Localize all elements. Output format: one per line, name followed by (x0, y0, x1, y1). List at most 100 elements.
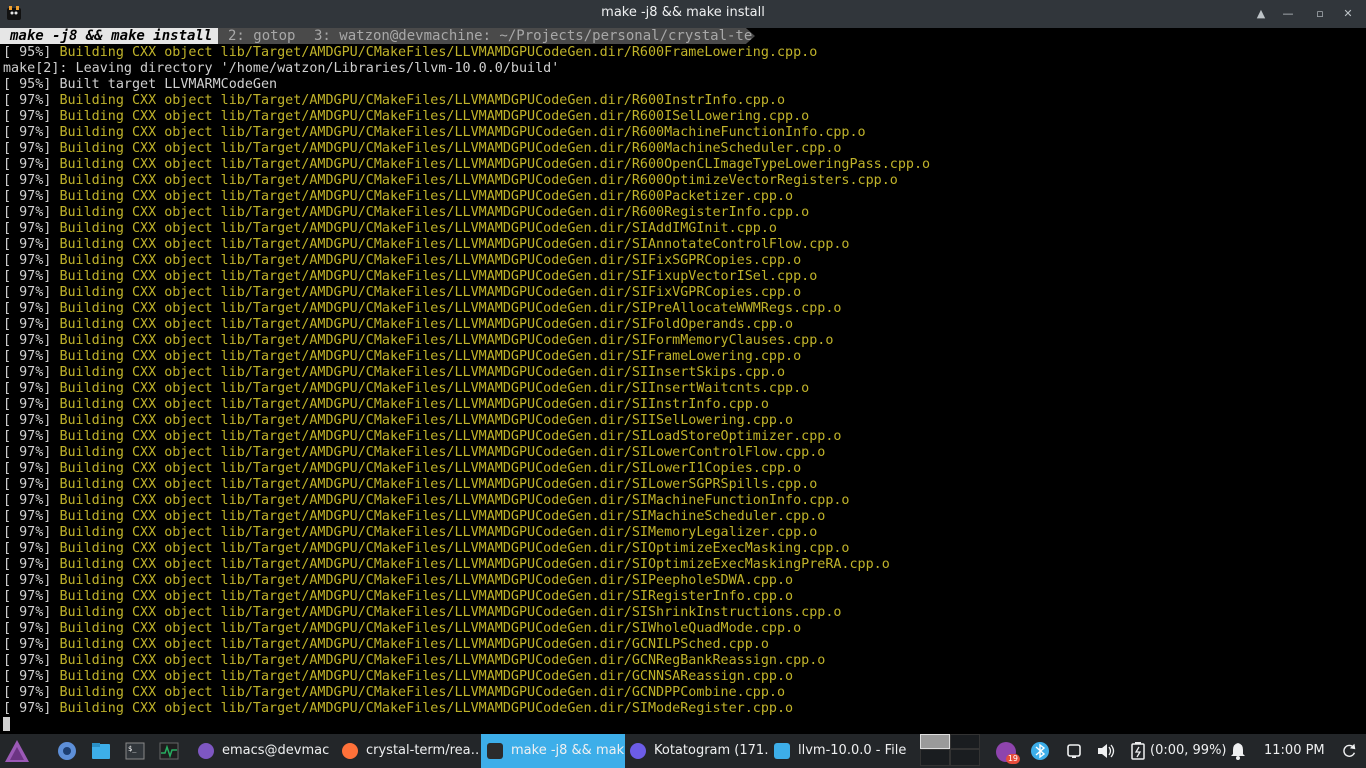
progress-percent: [ 97%] (3, 429, 60, 444)
progress-percent: [ 97%] (3, 381, 60, 396)
clock[interactable]: 11:00 PM (1264, 734, 1325, 768)
terminal-line: [ 97%] Building CXX object lib/Target/AM… (0, 157, 1366, 173)
system-monitor-icon[interactable] (159, 741, 179, 761)
terminal-line: [ 97%] Building CXX object lib/Target/AM… (0, 525, 1366, 541)
line-text: Building CXX object lib/Target/AMDGPU/CM… (59, 317, 794, 332)
progress-percent: [ 97%] (3, 685, 60, 700)
clipboard-icon[interactable] (1064, 741, 1084, 761)
window-titlebar[interactable]: make -j8 && make install ▲ — ▫ ✕ (0, 0, 1366, 28)
close-button[interactable]: ✕ (1338, 4, 1358, 24)
terminal-line: [ 97%] Building CXX object lib/Target/AM… (0, 301, 1366, 317)
progress-percent: [ 97%] (3, 669, 60, 684)
system-settings-icon[interactable] (57, 741, 77, 761)
line-text: Building CXX object lib/Target/AMDGPU/CM… (59, 493, 850, 508)
battery-status[interactable]: (0:00, 99%) (1150, 734, 1227, 768)
terminal-line: [ 97%] Building CXX object lib/Target/AM… (0, 573, 1366, 589)
terminal-line: [ 97%] Building CXX object lib/Target/AM… (0, 285, 1366, 301)
task-label: crystal-term/rea… (366, 743, 478, 758)
progress-percent: [ 97%] (3, 445, 60, 460)
progress-percent: [ 97%] (3, 221, 60, 236)
line-text: Building CXX object lib/Target/AMDGPU/CM… (59, 637, 769, 652)
terminal-line: [ 97%] Building CXX object lib/Target/AM… (0, 221, 1366, 237)
terminal-line: [ 97%] Building CXX object lib/Target/AM… (0, 253, 1366, 269)
terminal-line: [ 97%] Building CXX object lib/Target/AM… (0, 237, 1366, 253)
terminal-line: [ 97%] Building CXX object lib/Target/AM… (0, 445, 1366, 461)
minimize-button[interactable]: — (1278, 4, 1298, 24)
line-text: Building CXX object lib/Target/AMDGPU/CM… (59, 589, 794, 604)
keep-above-button[interactable]: ▲ (1251, 4, 1271, 24)
konsole-icon[interactable]: $_ (125, 741, 145, 761)
terminal-output[interactable]: [ 95%] Building CXX object lib/Target/AM… (0, 45, 1366, 735)
tab-2[interactable]: 2: gotop (210, 28, 310, 44)
progress-percent: [ 97%] (3, 157, 60, 172)
terminal-line: [ 97%] Building CXX object lib/Target/AM… (0, 109, 1366, 125)
terminal-line: [ 97%] Building CXX object lib/Target/AM… (0, 205, 1366, 221)
pager-desktop-3[interactable] (920, 749, 950, 766)
progress-percent: [ 97%] (3, 189, 60, 204)
progress-percent: [ 97%] (3, 653, 60, 668)
line-text: Building CXX object lib/Target/AMDGPU/CM… (59, 429, 842, 444)
pager-desktop-2[interactable] (950, 734, 980, 749)
progress-percent: [ 97%] (3, 173, 60, 188)
task-terminal[interactable]: make -j8 && mak… (481, 734, 625, 768)
line-text: Building CXX object lib/Target/AMDGPU/CM… (59, 189, 794, 204)
terminal-line: [ 97%] Building CXX object lib/Target/AM… (0, 701, 1366, 717)
line-text: Building CXX object lib/Target/AMDGPU/CM… (59, 541, 850, 556)
progress-percent: [ 97%] (3, 477, 60, 492)
task-label: emacs@devmac… (222, 743, 330, 758)
terminal-app-icon (487, 742, 503, 759)
folder-app-icon (774, 742, 790, 759)
terminal-line: [ 97%] Building CXX object lib/Target/AM… (0, 189, 1366, 205)
terminal-line: [ 97%] Building CXX object lib/Target/AM… (0, 685, 1366, 701)
line-text: Building CXX object lib/Target/AMDGPU/CM… (59, 173, 898, 188)
progress-percent: [ 97%] (3, 541, 60, 556)
terminal-line: [ 97%] Building CXX object lib/Target/AM… (0, 93, 1366, 109)
progress-percent: [ 97%] (3, 621, 60, 636)
task-firefox[interactable]: crystal-term/rea… (336, 734, 478, 768)
task-emacs[interactable]: emacs@devmac… (192, 734, 330, 768)
progress-percent: [ 97%] (3, 525, 60, 540)
progress-percent: [ 97%] (3, 349, 60, 364)
line-text: Building CXX object lib/Target/AMDGPU/CM… (59, 509, 826, 524)
progress-percent: [ 97%] (3, 589, 60, 604)
tab-3[interactable]: 3: watzon@devmachine: ~/Projects/persona… (300, 28, 755, 44)
line-text: Building CXX object lib/Target/AMDGPU/CM… (59, 285, 802, 300)
terminal-line: [ 97%] Building CXX object lib/Target/AM… (0, 509, 1366, 525)
tab-active[interactable]: make -j8 && make install (0, 28, 218, 44)
progress-percent: [ 97%] (3, 109, 60, 124)
terminal-line: [ 97%] Building CXX object lib/Target/AM… (0, 141, 1366, 157)
line-text: Building CXX object lib/Target/AMDGPU/CM… (59, 93, 786, 108)
refresh-icon[interactable] (1340, 741, 1358, 761)
task-kotatogram[interactable]: Kotatogram (171… (626, 734, 768, 768)
terminal-line: [ 97%] Building CXX object lib/Target/AM… (0, 637, 1366, 653)
line-text: Building CXX object lib/Target/AMDGPU/CM… (59, 125, 866, 140)
progress-percent: [ 97%] (3, 141, 60, 156)
terminal-line: [ 97%] Building CXX object lib/Target/AM… (0, 493, 1366, 509)
prompt-line[interactable] (0, 717, 1366, 733)
file-manager-icon[interactable] (91, 741, 111, 761)
task-file-manager[interactable]: llvm-10.0.0 - File … (770, 734, 912, 768)
line-text: Building CXX object lib/Target/AMDGPU/CM… (59, 461, 802, 476)
terminal-line: [ 97%] Building CXX object lib/Target/AM… (0, 621, 1366, 637)
terminal-line: [ 97%] Building CXX object lib/Target/AM… (0, 317, 1366, 333)
maximize-button[interactable]: ▫ (1310, 4, 1330, 24)
battery-icon[interactable] (1128, 741, 1148, 761)
line-text: Building CXX object lib/Target/AMDGPU/CM… (59, 445, 826, 460)
line-text: Building CXX object lib/Target/AMDGPU/CM… (59, 221, 777, 236)
progress-percent: [ 97%] (3, 573, 60, 588)
pager-desktop-1[interactable] (920, 734, 950, 749)
progress-percent: [ 97%] (3, 493, 60, 508)
line-text: Building CXX object lib/Target/AMDGPU/CM… (59, 109, 810, 124)
app-launcher-icon[interactable] (4, 739, 30, 763)
terminal-line: [ 97%] Building CXX object lib/Target/AM… (0, 461, 1366, 477)
telegram-tray-icon[interactable]: 19 (996, 742, 1020, 764)
terminal-line: [ 97%] Building CXX object lib/Target/AM… (0, 605, 1366, 621)
progress-percent: [ 97%] (3, 461, 60, 476)
line-text: Building CXX object lib/Target/AMDGPU/CM… (59, 397, 769, 412)
bluetooth-icon[interactable] (1030, 741, 1050, 761)
notifications-bell-icon[interactable] (1228, 741, 1248, 761)
line-text: Building CXX object lib/Target/AMDGPU/CM… (59, 333, 834, 348)
volume-icon[interactable] (1096, 741, 1116, 761)
line-text: Building CXX object lib/Target/AMDGPU/CM… (59, 253, 802, 268)
pager-desktop-4[interactable] (950, 749, 980, 766)
